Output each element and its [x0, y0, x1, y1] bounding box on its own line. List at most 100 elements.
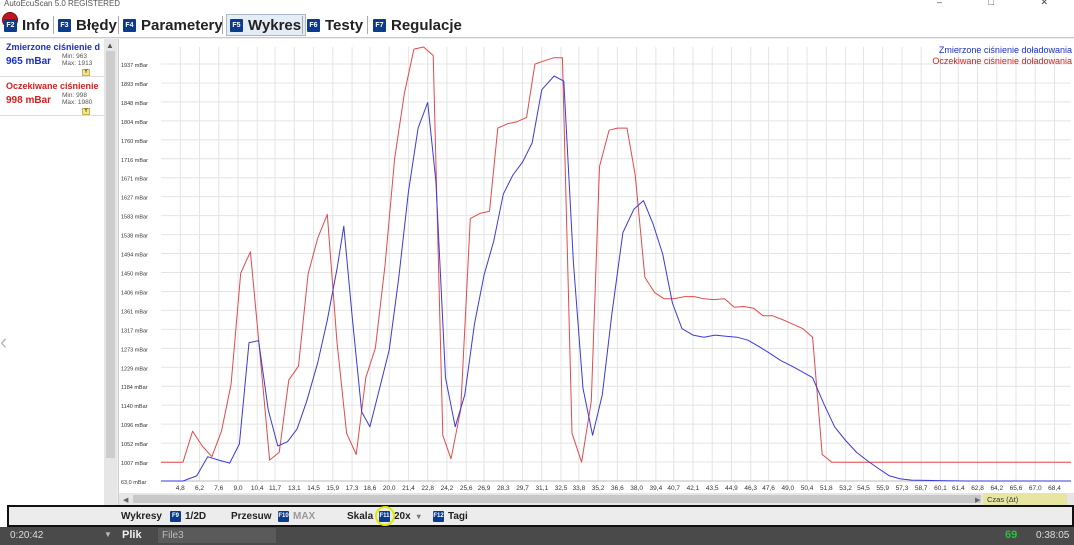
tab-regulacje[interactable]: F7 Regulacje — [373, 14, 462, 36]
tab-wykres[interactable]: F5 Wykres — [226, 14, 307, 36]
y-tick-label: 1184 mBar — [121, 385, 148, 391]
sensor-axis-button[interactable]: Y — [82, 108, 90, 115]
x-tick-label: 57,3 — [896, 485, 909, 492]
y-tick-label: 1893 mBar — [121, 82, 148, 88]
x-tick-label: 6,2 — [195, 485, 204, 492]
f2-key-icon: F2 — [4, 18, 17, 32]
y-tick-label: 1848 mBar — [121, 101, 148, 107]
divider — [302, 16, 303, 34]
sensor-value: 998 mBar — [6, 95, 52, 106]
x-tick-label: 60,1 — [934, 485, 947, 492]
x-axis-title: Czas (Δt) — [987, 495, 1019, 504]
chart-scrollbar-thumb — [133, 495, 981, 503]
window-title: AutoEcuScan 5.0 REGISTERED — [4, 0, 121, 8]
x-tick-label: 24,2 — [441, 485, 454, 492]
x-tick-label: 21,4 — [402, 485, 415, 492]
x-tick-label: 17,3 — [346, 485, 359, 492]
y-tick-label: 1317 mBar — [121, 328, 148, 334]
x-tick-label: 20,0 — [383, 485, 396, 492]
x-tick-label: 39,4 — [650, 485, 663, 492]
sensor-min: Min: 998 — [62, 92, 87, 99]
y-tick-label: 1007 mBar — [121, 461, 148, 467]
scroll-left-icon: ◀ — [123, 496, 129, 504]
y-tick-label: 1273 mBar — [121, 347, 148, 353]
minimize-button[interactable]: – — [937, 0, 964, 7]
x-tick-label: 65,6 — [1010, 485, 1023, 492]
y-tick-label: 1494 mBar — [121, 253, 148, 259]
legend-entry: Oczekiwane ciśnienie doładowania — [932, 56, 1072, 66]
tab-bledy[interactable]: F3 Błędy — [58, 14, 117, 36]
y-tick-label: 1627 mBar — [121, 196, 148, 202]
x-tick-label: 36,6 — [611, 485, 624, 492]
y-tick-label: 1671 mBar — [121, 177, 148, 183]
sensor-min: Min: 963 — [62, 53, 87, 60]
chevron-left-icon[interactable]: ‹ — [0, 329, 7, 355]
f3-key-icon: F3 — [58, 18, 71, 32]
file-select[interactable]: File3 — [158, 528, 276, 543]
tab-label: Regulacje — [391, 16, 462, 34]
tab-bar: F2 Info F3 Błędy F4 Parametery F5 Wykres… — [0, 10, 1074, 38]
chevron-down-icon[interactable]: ▼ — [104, 530, 112, 539]
x-tick-label: 49,0 — [781, 485, 794, 492]
half-2d-button[interactable]: F9 1/2D — [170, 511, 206, 522]
sensor-axis-button[interactable]: Y — [82, 69, 90, 76]
y-tick-label: 1096 mBar — [121, 423, 148, 429]
f6-key-icon: F6 — [307, 18, 320, 32]
window-controls[interactable]: – □ ✕ — [937, 0, 1070, 7]
total-time: 0:38:05 — [1036, 530, 1070, 541]
sensor-item-expected[interactable]: Oczekiwane ciśnienie 998 mBar Min: 998 M… — [0, 78, 104, 116]
maximize-button[interactable]: □ — [989, 0, 1016, 7]
tab-parametery[interactable]: F4 Parametery — [123, 14, 223, 36]
sensor-min-max: Min: 998 Max: 1980 — [62, 92, 92, 106]
x-tick-label: 58,7 — [915, 485, 928, 492]
x-tick-label: 32,5 — [555, 485, 568, 492]
divider — [222, 16, 223, 34]
charts-label: Wykresy — [121, 511, 162, 522]
x-tick-label: 25,6 — [460, 485, 473, 492]
title-bar: AutoEcuScan 5.0 REGISTERED – □ ✕ — [0, 0, 1074, 10]
tab-testy[interactable]: F6 Testy — [307, 14, 363, 36]
x-tick-label: 22,8 — [421, 485, 434, 492]
tab-info[interactable]: F2 Info — [4, 14, 50, 36]
close-button[interactable]: ✕ — [1040, 0, 1070, 7]
y-tick-label: 1716 mBar — [121, 158, 148, 164]
y-tick-label: 1229 mBar — [121, 366, 148, 372]
scale-label: Skala — [347, 511, 374, 522]
x-tick-label: 10,4 — [251, 485, 264, 492]
x-tick-label: 14,5 — [307, 485, 320, 492]
x-tick-label: 13,1 — [288, 485, 301, 492]
pan-label: Przesuw — [231, 511, 272, 522]
scroll-up-icon[interactable]: ▲ — [106, 41, 114, 50]
x-tick-label: 51,8 — [820, 485, 833, 492]
x-tick-label: 29,7 — [516, 485, 529, 492]
scrollbar-thumb[interactable] — [106, 51, 115, 458]
x-tick-label: 40,7 — [667, 485, 680, 492]
chevron-down-icon[interactable]: ▾ — [417, 512, 421, 521]
sensor-list-scrollbar[interactable]: ▲ — [104, 39, 117, 527]
y-tick-label: 1804 mBar — [121, 120, 148, 126]
sensor-name: Zmierzone ciśnienie d — [6, 42, 101, 52]
x-tick-label: 35,2 — [592, 485, 605, 492]
max-button[interactable]: F10 MAX — [278, 511, 315, 522]
y-tick-label: 1760 mBar — [121, 139, 148, 145]
x-tick-label: 46,3 — [744, 485, 757, 492]
f12-key-icon: F12 — [433, 511, 444, 522]
sensor-min-max: Min: 963 Max: 1913 — [62, 53, 92, 67]
x-tick-label: 11,7 — [269, 485, 282, 492]
x-tick-label: 53,2 — [839, 485, 852, 492]
legend-entry: Zmierzone ciśnienie doładowania — [939, 45, 1072, 55]
file-label: Plik — [122, 529, 142, 541]
line-chart: 1937 mBar 1893 mBar 1848 mBar 1804 mBar 1760… — [119, 45, 1074, 505]
y-tick-label: 1937 mBar — [121, 63, 148, 69]
x-tick-label: 68,4 — [1048, 485, 1061, 492]
x-tick-label: 9,0 — [233, 485, 242, 492]
tab-label: Błędy — [76, 16, 117, 34]
sensor-item-measured[interactable]: Zmierzone ciśnienie d 965 mBar Min: 963 … — [0, 39, 104, 77]
frame-counter: 69 — [1005, 529, 1018, 541]
y-tick-label: 1450 mBar — [121, 272, 148, 278]
series-line — [161, 75, 1071, 482]
tags-button[interactable]: F12 Tagi — [433, 511, 468, 522]
x-tick-label: 15,9 — [326, 485, 339, 492]
x-tick-label: 42,1 — [687, 485, 700, 492]
sensor-value: 965 mBar — [6, 56, 52, 67]
